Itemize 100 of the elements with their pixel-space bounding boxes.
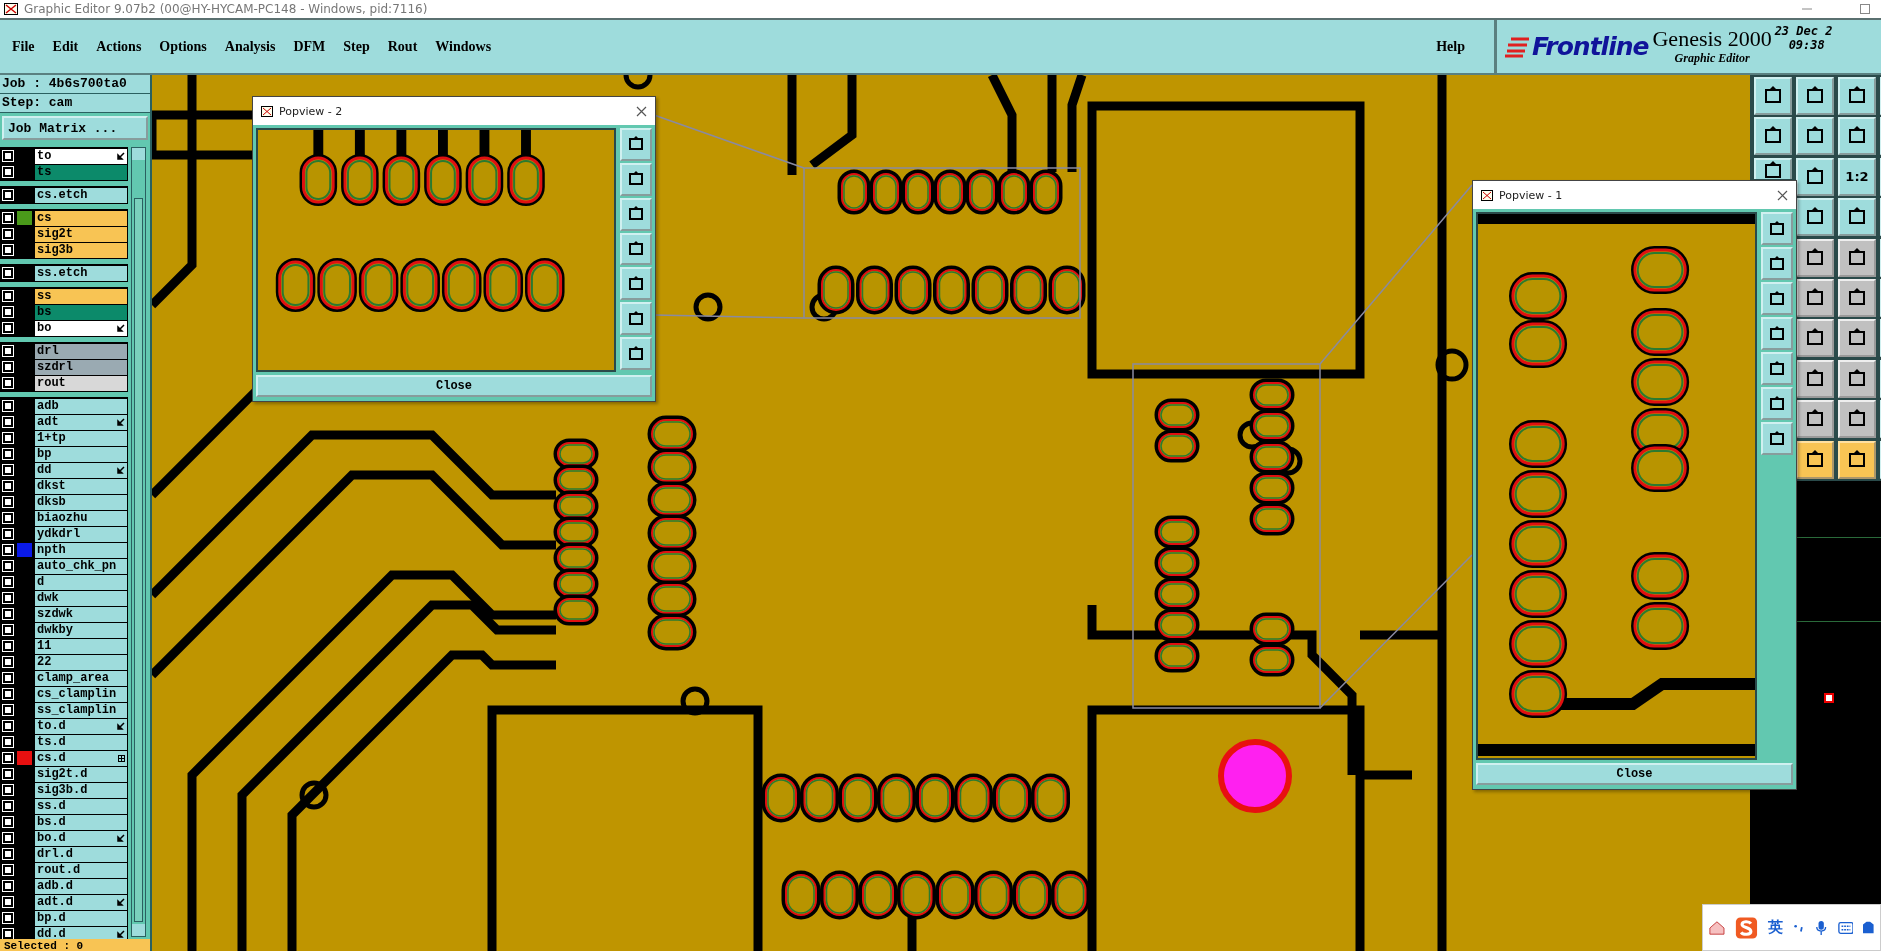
- tool-button[interactable]: [1838, 440, 1876, 479]
- menu-item[interactable]: Options: [159, 38, 216, 55]
- layer-name[interactable]: bo: [35, 320, 128, 336]
- layer-checkbox[interactable]: [3, 545, 13, 555]
- menu-item[interactable]: File: [12, 38, 44, 55]
- scrollbar[interactable]: [131, 147, 146, 937]
- menu-item[interactable]: Windows: [435, 38, 501, 55]
- layer-checkbox[interactable]: [3, 705, 13, 715]
- layer-checkbox[interactable]: [3, 849, 13, 859]
- layer-checkbox[interactable]: [3, 609, 13, 619]
- layer-name[interactable]: cs_clamplin: [35, 686, 128, 702]
- layer-name[interactable]: adb.d: [35, 878, 128, 894]
- layer-name[interactable]: ss.d: [35, 798, 128, 814]
- view-button[interactable]: [620, 267, 652, 301]
- layer-checkbox[interactable]: [3, 769, 13, 779]
- layer-name[interactable]: cs.d: [35, 750, 128, 766]
- tool-button[interactable]: [1838, 278, 1876, 317]
- layer-name[interactable]: szdrl: [35, 359, 128, 375]
- close-button[interactable]: Close: [1476, 763, 1793, 785]
- layer-name[interactable]: biaozhu: [35, 510, 128, 526]
- layer-name[interactable]: rout.d: [35, 862, 128, 878]
- job-matrix-button[interactable]: Job Matrix ...: [2, 116, 148, 140]
- help-menu[interactable]: Help: [1436, 38, 1474, 55]
- view-button[interactable]: [620, 337, 652, 370]
- layer-name[interactable]: to.d: [35, 718, 128, 734]
- layer-checkbox[interactable]: [3, 561, 13, 571]
- shirt-icon[interactable]: [1863, 920, 1874, 935]
- maximize-icon[interactable]: [1859, 3, 1871, 15]
- layer-checkbox[interactable]: [3, 465, 13, 475]
- layer-name[interactable]: rout: [35, 375, 128, 391]
- layer-checkbox[interactable]: [3, 865, 13, 875]
- layer-checkbox[interactable]: [3, 881, 13, 891]
- tool-button[interactable]: [1838, 77, 1876, 115]
- layer-checkbox[interactable]: [3, 897, 13, 907]
- view-button[interactable]: [1761, 422, 1793, 455]
- layer-name[interactable]: dd: [35, 462, 128, 478]
- layer-name[interactable]: adt: [35, 414, 128, 430]
- layer-name[interactable]: adt.d: [35, 894, 128, 910]
- layer-checkbox[interactable]: [3, 593, 13, 603]
- tool-button[interactable]: [1838, 238, 1876, 277]
- layer-checkbox[interactable]: [3, 513, 13, 523]
- layer-name[interactable]: bp.d: [35, 910, 128, 926]
- layer-name[interactable]: sig3b: [35, 242, 128, 258]
- layer-checkbox[interactable]: [3, 449, 13, 459]
- tool-button[interactable]: [1796, 278, 1834, 317]
- layer-checkbox[interactable]: [3, 689, 13, 699]
- tool-button[interactable]: [1838, 319, 1876, 358]
- layer-checkbox[interactable]: [3, 641, 13, 651]
- layer-checkbox[interactable]: [3, 167, 13, 177]
- layer-checkbox[interactable]: [3, 190, 13, 200]
- tool-button[interactable]: [1796, 77, 1834, 115]
- layer-checkbox[interactable]: [3, 417, 13, 427]
- layer-name[interactable]: drl.d: [35, 846, 128, 862]
- input-mode[interactable]: 英: [1767, 918, 1783, 937]
- menu-item[interactable]: Analysis: [224, 38, 285, 55]
- tool-button[interactable]: [1754, 117, 1792, 156]
- layer-name[interactable]: szdwk: [35, 606, 128, 622]
- keyboard-icon[interactable]: [1837, 920, 1854, 935]
- tool-button[interactable]: [1838, 359, 1876, 398]
- layer-name[interactable]: 22: [35, 654, 128, 670]
- layer-checkbox[interactable]: [3, 245, 13, 255]
- layer-name[interactable]: ss.etch: [35, 265, 128, 281]
- layer-name[interactable]: sig3b.d: [35, 782, 128, 798]
- layer-name[interactable]: dwk: [35, 590, 128, 606]
- layer-name[interactable]: bp: [35, 446, 128, 462]
- layer-name[interactable]: dksb: [35, 494, 128, 510]
- layer-checkbox[interactable]: [3, 657, 13, 667]
- layer-checkbox[interactable]: [3, 577, 13, 587]
- layer-checkbox[interactable]: [3, 229, 13, 239]
- tool-button[interactable]: [1754, 157, 1792, 179]
- layer-checkbox[interactable]: [3, 673, 13, 683]
- layer-checkbox[interactable]: [3, 213, 13, 223]
- layer-name[interactable]: cs: [35, 210, 128, 226]
- tool-button[interactable]: [1838, 198, 1876, 237]
- menu-item[interactable]: Actions: [96, 38, 151, 55]
- view-button[interactable]: [620, 128, 652, 161]
- tool-button[interactable]: [1796, 400, 1834, 439]
- layer-checkbox[interactable]: [3, 291, 13, 301]
- layer-name[interactable]: ts.d: [35, 734, 128, 750]
- tool-button[interactable]: [1796, 238, 1834, 277]
- layer-checkbox[interactable]: [3, 801, 13, 811]
- layer-name[interactable]: ss_clamplin: [35, 702, 128, 718]
- layer-name[interactable]: adb: [35, 398, 128, 414]
- tool-button[interactable]: [1796, 359, 1834, 398]
- layer-name[interactable]: 1+tp: [35, 430, 128, 446]
- menu-item[interactable]: Rout: [387, 38, 427, 55]
- layer-name[interactable]: drl: [35, 343, 128, 359]
- layer-checkbox[interactable]: [3, 307, 13, 317]
- tool-button[interactable]: [1796, 157, 1834, 196]
- tool-button[interactable]: [1838, 117, 1876, 156]
- layer-checkbox[interactable]: [3, 929, 13, 939]
- view-button[interactable]: [1761, 212, 1793, 245]
- layer-checkbox[interactable]: [3, 529, 13, 539]
- layer-name[interactable]: bo.d: [35, 830, 128, 846]
- view-button[interactable]: [620, 162, 652, 196]
- tool-button[interactable]: [1838, 400, 1876, 439]
- menu-item[interactable]: Step: [343, 38, 379, 55]
- layer-checkbox[interactable]: [3, 433, 13, 443]
- layer-checkbox[interactable]: [3, 378, 13, 388]
- layer-name[interactable]: auto_chk_pn: [35, 558, 128, 574]
